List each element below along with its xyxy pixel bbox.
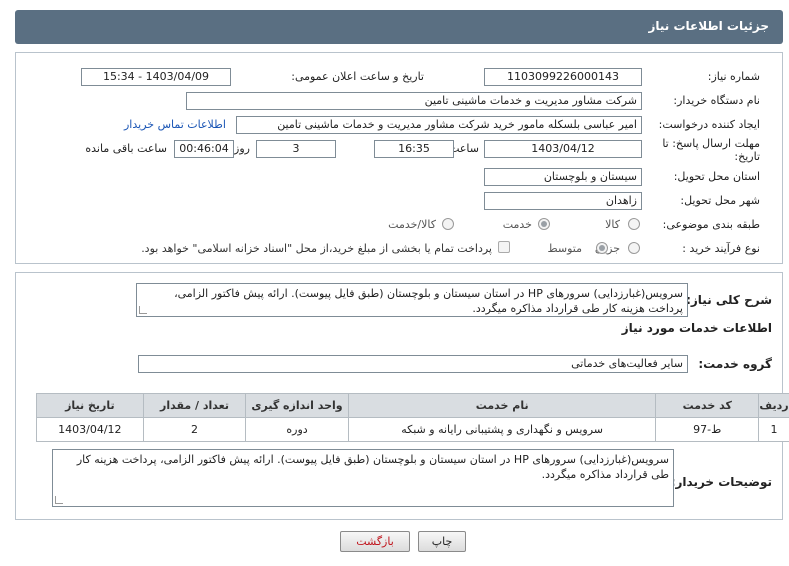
buyer-notes-label: توضیحات خریدار:: [670, 475, 772, 489]
buyer-field[interactable]: شرکت مشاور مدیریت و خدمات ماشینی تامین: [186, 92, 642, 110]
deadline-label: مهلت ارسال پاسخ: تا: [662, 137, 760, 150]
resize-handle-icon[interactable]: [139, 306, 147, 314]
category-goods-service-radio[interactable]: [442, 218, 454, 230]
cell-date: 1403/04/12: [36, 417, 144, 442]
cell-row: 1: [758, 417, 789, 442]
summary-textarea[interactable]: سرویس(غبارزدایی) سرورهای HP در استان سیس…: [136, 283, 688, 317]
buyer-label: نام دستگاه خریدار:: [673, 94, 760, 107]
city-field[interactable]: زاهدان: [484, 192, 642, 210]
remaining-label: ساعت باقی مانده: [85, 142, 167, 155]
services-heading: اطلاعات خدمات مورد نیاز: [621, 321, 772, 335]
cell-unit: دوره: [245, 417, 349, 442]
category-label: طبقه بندی موضوعی:: [662, 218, 760, 231]
deadline-date-field[interactable]: 1403/04/12: [484, 140, 642, 158]
need-number-field[interactable]: 1103099226000143: [484, 68, 642, 86]
category-service-label: خدمت: [502, 218, 532, 231]
deadline-label-date: تاریخ:: [734, 150, 760, 163]
process-medium-radio[interactable]: [596, 242, 608, 254]
need-number-label: شماره نیاز:: [707, 70, 760, 83]
service-group-field[interactable]: سایر فعالیت‌های خدماتی: [138, 355, 688, 373]
cell-code: ط-97: [655, 417, 760, 442]
print-button[interactable]: چاپ: [418, 531, 466, 552]
col-qty-header: تعداد / مقدار: [142, 393, 247, 418]
back-button[interactable]: بازگشت: [340, 531, 410, 552]
days-field[interactable]: 3: [256, 140, 336, 158]
need-info-panel: شماره نیاز: 1103099226000143 تاریخ و ساع…: [15, 52, 783, 264]
buyer-notes-textarea[interactable]: سرویس(غبارزدایی) سرورهای HP در استان سیس…: [52, 449, 674, 507]
summary-text: سرویس(غبارزدایی) سرورهای HP در استان سیس…: [174, 287, 683, 315]
process-medium-label: متوسط: [547, 242, 582, 255]
province-field[interactable]: سیستان و بلوچستان: [484, 168, 642, 186]
category-service-radio[interactable]: [538, 218, 550, 230]
cell-qty: 2: [142, 417, 247, 442]
service-group-label: گروه خدمت:: [698, 357, 772, 371]
category-goods-service-label: کالا/خدمت: [388, 218, 436, 231]
col-row-header: ردیف: [758, 393, 789, 418]
col-date-header: تاریخ نیاز: [36, 393, 144, 418]
buyer-notes-text: سرویس(غبارزدایی) سرورهای HP در استان سیس…: [76, 453, 669, 481]
process-minor-radio[interactable]: [628, 242, 640, 254]
deadline-time-field[interactable]: 16:35: [374, 140, 454, 158]
announce-field[interactable]: 1403/04/09 - 15:34: [81, 68, 231, 86]
buyer-contact-link[interactable]: اطلاعات تماس خریدار: [124, 118, 226, 131]
col-name-header: نام خدمت: [347, 393, 657, 418]
cell-name: سرویس و نگهداری و پشتیبانی رایانه و شبکه: [347, 417, 657, 442]
creator-label: ایجاد کننده درخواست:: [658, 118, 760, 131]
page-header: جزئیات اطلاعات نیاز: [15, 10, 783, 44]
col-unit-header: واحد اندازه گیری: [245, 393, 349, 418]
city-label: شهر محل تحویل:: [680, 194, 760, 207]
category-goods-label: کالا: [605, 218, 620, 231]
announce-label: تاریخ و ساعت اعلان عمومی:: [291, 70, 424, 83]
province-label: استان محل تحویل:: [673, 170, 760, 183]
treasury-payment-note: پرداخت تمام یا بخشی از مبلغ خرید،از محل …: [141, 242, 492, 255]
creator-field[interactable]: امیر عباسی بلسکله مامور خرید شرکت مشاور …: [236, 116, 642, 134]
table-header-row: ردیف کد خدمت نام خدمت واحد اندازه گیری ت…: [36, 393, 789, 418]
resize-handle-icon[interactable]: [55, 496, 63, 504]
need-details-panel: شرح کلی نیاز: سرویس(غبارزدایی) سرورهای H…: [15, 272, 789, 520]
summary-label: شرح کلی نیاز:: [686, 293, 772, 307]
process-label: نوع فرآیند خرید :: [682, 242, 760, 255]
page-title: جزئیات اطلاعات نیاز: [648, 19, 769, 33]
remaining-time-field[interactable]: 00:46:04: [174, 140, 234, 158]
col-code-header: کد خدمت: [655, 393, 760, 418]
treasury-payment-checkbox[interactable]: [498, 241, 510, 253]
services-table: ردیف کد خدمت نام خدمت واحد اندازه گیری ت…: [36, 393, 789, 442]
category-goods-radio[interactable]: [628, 218, 640, 230]
table-row: 1 ط-97 سرویس و نگهداری و پشتیبانی رایانه…: [36, 417, 789, 442]
